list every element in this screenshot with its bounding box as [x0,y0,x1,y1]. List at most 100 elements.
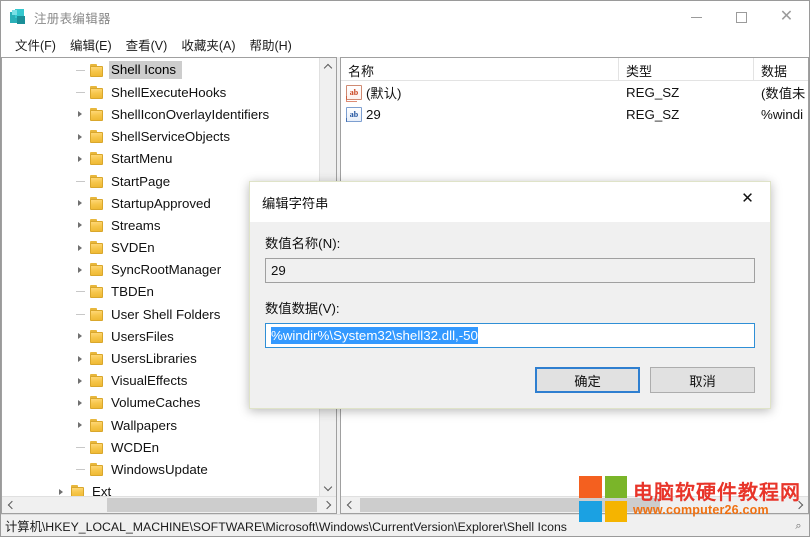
dialog-close-button[interactable]: ✕ [725,182,770,213]
expand-arrow-icon[interactable] [71,395,87,411]
cell-name: ab (默认) [341,83,619,102]
tree-item[interactable]: WindowsUpdate [2,458,319,480]
expand-arrow-icon[interactable] [71,151,87,167]
tree-item-label: ShellExecuteHooks [111,84,227,100]
expand-arrow-icon[interactable] [71,129,87,145]
tree-item[interactable]: ShellServiceObjects [2,126,319,148]
folder-icon [90,352,105,366]
tree-item-label: StartPage [111,173,171,189]
expand-arrow-icon[interactable] [71,351,87,367]
close-icon: ✕ [779,8,794,25]
tree-item-label: SVDEn [111,240,155,256]
minimize-button[interactable] [674,1,719,33]
cell-type: REG_SZ [626,106,680,122]
status-path: 计算机\HKEY_LOCAL_MACHINE\SOFTWARE\Microsof… [5,519,567,534]
close-icon: ✕ [741,189,754,207]
value-data-text: %windir%\System32\shell32.dll,-50 [271,327,478,344]
expand-arrow-icon[interactable] [71,328,87,344]
list-scroll-right-button[interactable] [791,497,808,513]
expand-arrow-icon[interactable] [71,106,87,122]
tree-scroll-up-button[interactable] [320,58,336,75]
registry-editor-window: 注册表编辑器 ✕ 文件(F) 编辑(E) 查看(V) 收藏夹(A) 帮助(H) … [0,0,810,537]
value-name-input[interactable]: 29 [265,258,755,283]
tree-item[interactable]: ShellExecuteHooks [2,81,319,103]
ok-button[interactable]: 确定 [535,367,640,393]
tree-item[interactable]: StartMenu [2,148,319,170]
tree-item-label: Ext [92,484,112,496]
menu-bar: 文件(F) 编辑(E) 查看(V) 收藏夹(A) 帮助(H) [1,33,809,57]
list-hscroll-track[interactable] [358,497,791,513]
tree-line-icon [71,306,87,322]
cell-name: ab 29 [341,106,619,122]
menu-help[interactable]: 帮助(H) [242,33,298,57]
tree-item-label: StartMenu [111,151,173,167]
column-header-name[interactable]: 名称 [341,58,619,80]
chevron-down-icon [323,482,333,491]
value-name-label: 数值名称(N): [265,236,341,251]
list-hscroll-thumb[interactable] [360,498,660,512]
title-bar: 注册表编辑器 ✕ [1,1,809,33]
tree-item-label: Streams [111,217,161,233]
tree-hscroll-thumb[interactable] [107,498,317,512]
resize-grip-icon[interactable]: ⌕ [790,518,807,535]
minimize-icon [691,16,702,18]
tree-item[interactable]: Ext [2,481,319,496]
list-scroll-left-button[interactable] [341,497,358,513]
list-row[interactable]: ab (默认) REG_SZ (数值未 [341,81,808,103]
folder-icon [90,418,105,432]
chevron-left-icon [7,500,16,510]
window-controls: ✕ [674,1,809,33]
list-row[interactable]: ab 29 REG_SZ %windi [341,103,808,125]
tree-item[interactable]: Shell Icons [2,59,319,81]
cancel-button[interactable]: 取消 [650,367,755,393]
tree-item-label: TBDEn [111,284,154,300]
chevron-right-icon [322,500,331,510]
expand-arrow-icon[interactable] [71,417,87,433]
edit-string-dialog: 编辑字符串 ✕ 数值名称(N): 29 数值数据(V): %windir%\Sy… [249,181,771,409]
expand-arrow-icon[interactable] [52,484,68,496]
expand-arrow-icon[interactable] [71,373,87,389]
column-header-data[interactable]: 数据 [754,58,808,80]
column-header-type[interactable]: 类型 [619,58,754,80]
tree-scroll-down-button[interactable] [320,479,336,496]
menu-view[interactable]: 查看(V) [119,33,175,57]
tree-scroll-left-button[interactable] [2,497,19,513]
expand-arrow-icon[interactable] [71,217,87,233]
value-name-text: 29 [271,263,286,278]
expand-arrow-icon[interactable] [71,195,87,211]
tree-item-label: VisualEffects [111,373,188,389]
list-header: 名称 类型 数据 [341,58,808,81]
value-data-input[interactable]: %windir%\System32\shell32.dll,-50 [265,323,755,348]
folder-icon [90,374,105,388]
expand-arrow-icon[interactable] [71,262,87,278]
folder-icon [90,241,105,255]
menu-file[interactable]: 文件(F) [8,33,63,57]
close-button[interactable]: ✕ [764,1,809,33]
tree-hscroll-track[interactable] [19,497,319,513]
status-bar: 计算机\HKEY_LOCAL_MACHINE\SOFTWARE\Microsof… [1,514,809,536]
menu-favorites[interactable]: 收藏夹(A) [174,33,242,57]
cell-data: %windi [761,106,804,122]
tree-item-label: UsersLibraries [111,351,197,367]
tree-item[interactable]: WCDEn [2,436,319,458]
menu-edit[interactable]: 编辑(E) [63,33,119,57]
maximize-icon [736,11,747,23]
expand-arrow-icon[interactable] [71,240,87,256]
tree-horizontal-scrollbar[interactable] [2,496,336,513]
list-horizontal-scrollbar[interactable] [341,496,808,513]
dialog-buttons: 确定 取消 [265,367,755,393]
folder-icon [90,329,105,343]
maximize-button[interactable] [719,1,764,33]
tree-item[interactable]: Wallpapers [2,414,319,436]
tree-item-label: ShellServiceObjects [111,129,230,145]
value-name-text: 29 [366,106,381,122]
tree-item[interactable]: ShellIconOverlayIdentifiers [2,103,319,125]
tree-scroll-right-button[interactable] [319,497,336,513]
